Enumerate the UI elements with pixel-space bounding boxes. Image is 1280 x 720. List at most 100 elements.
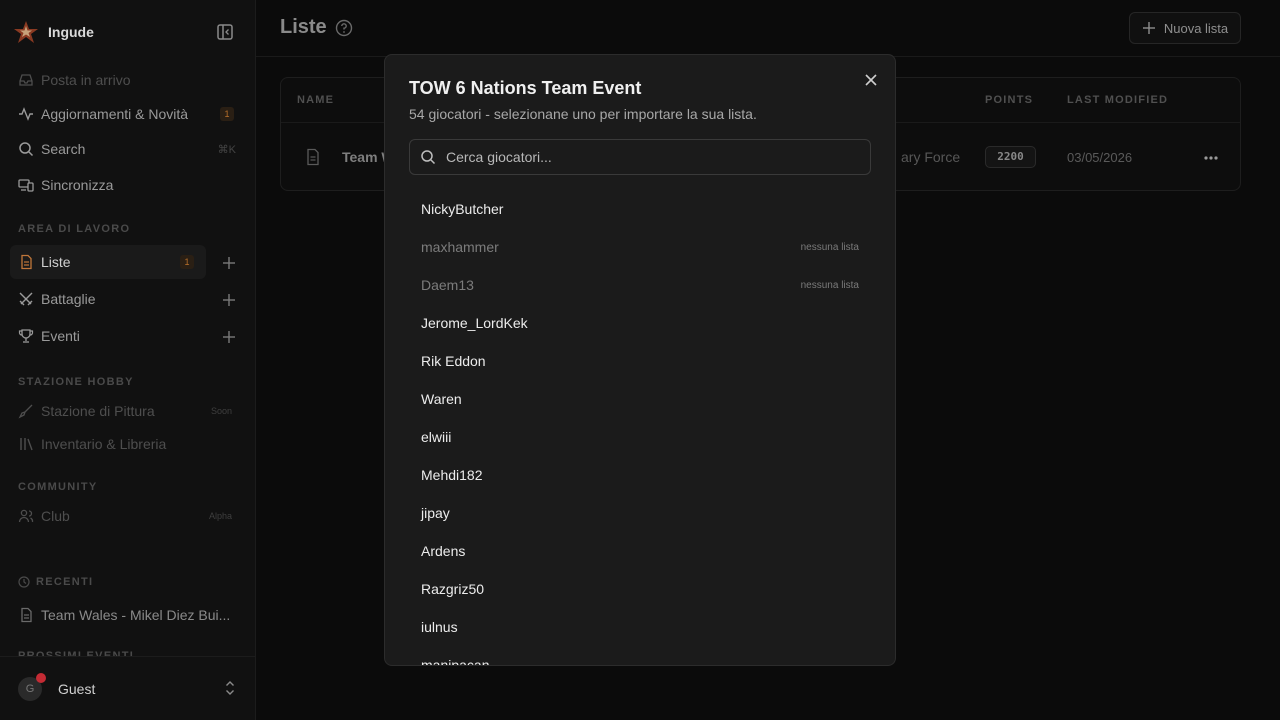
chevrons-up-down-icon — [226, 681, 234, 695]
player-name: jipay — [421, 505, 450, 521]
sidebar-toggle-icon[interactable] — [216, 23, 234, 41]
sidebar-item-label: Posta in arrivo — [41, 72, 131, 88]
sidebar-item-search[interactable]: Search ⌘K — [10, 132, 246, 166]
search-icon — [19, 142, 34, 157]
library-icon — [20, 438, 33, 451]
sidebar-item-label: Eventi — [41, 328, 80, 344]
player-list: NickyButcher maxhammer nessuna lista Daem… — [409, 190, 871, 666]
table-row-faction: ary Force — [901, 149, 961, 165]
player-item[interactable]: Rik Eddon — [409, 342, 871, 380]
sidebar-item-label: Aggiornamenti & Novità — [41, 106, 189, 122]
sidebar-item-label: Search — [41, 141, 86, 157]
updates-badge: 1 — [220, 107, 234, 121]
player-name: Ardens — [421, 543, 466, 559]
document-icon — [307, 148, 319, 166]
section-hobby: STAZIONE HOBBY — [18, 376, 134, 388]
help-icon[interactable] — [335, 19, 353, 37]
sidebar-item-label: Liste — [41, 254, 71, 270]
logo-icon — [14, 21, 38, 43]
alpha-tag: Alpha — [208, 511, 232, 521]
user-name: Guest — [58, 680, 96, 697]
player-item[interactable]: manipacan — [409, 646, 871, 666]
sidebar-item-liste[interactable]: Liste 1 — [10, 245, 206, 279]
page-title: Liste — [280, 16, 327, 38]
points-badge: 2200 — [985, 146, 1036, 168]
clock-icon — [18, 576, 30, 588]
player-name: manipacan — [421, 657, 490, 666]
section-workspace: AREA DI LAVORO — [18, 223, 131, 235]
sidebar-item-sync[interactable]: Sincronizza — [10, 168, 246, 202]
document-icon — [21, 254, 32, 270]
sidebar-item-club[interactable]: Club Alpha — [10, 499, 246, 533]
player-item[interactable]: Ardens — [409, 532, 871, 570]
player-item[interactable]: Waren — [409, 380, 871, 418]
player-name: Mehdi182 — [421, 467, 483, 483]
player-note: nessuna lista — [800, 241, 859, 253]
avatar: G — [18, 672, 46, 701]
app-name: Ingude — [48, 24, 94, 40]
column-header-name[interactable]: NAME — [297, 94, 334, 106]
player-item[interactable]: iulnus — [409, 608, 871, 646]
player-name: Razgriz50 — [421, 581, 485, 597]
document-icon — [21, 607, 32, 623]
player-item[interactable]: Daem13 nessuna lista — [409, 266, 871, 304]
users-icon — [18, 509, 34, 523]
sidebar-item-inbox[interactable]: Posta in arrivo — [10, 63, 246, 97]
more-icon[interactable] — [1203, 155, 1219, 161]
devices-icon — [18, 179, 34, 192]
user-menu[interactable]: G Guest — [0, 656, 255, 720]
player-item[interactable]: Mehdi182 — [409, 456, 871, 494]
column-header-points[interactable]: POINTS — [985, 94, 1033, 106]
player-name: NickyButcher — [421, 201, 504, 217]
new-list-label: Nuova lista — [1163, 20, 1229, 36]
player-item[interactable]: NickyButcher — [409, 190, 871, 228]
dialog-title: TOW 6 Nations Team Event — [409, 78, 642, 98]
section-recent-label: RECENTI — [36, 576, 94, 588]
recent-item[interactable]: Team Wales - Mikel Diez Bui... — [10, 598, 246, 632]
swords-icon — [19, 292, 33, 306]
section-recent: RECENTI — [18, 576, 93, 588]
close-icon[interactable] — [863, 72, 879, 88]
player-search — [409, 139, 871, 175]
add-battaglia-icon[interactable] — [220, 291, 238, 309]
activity-icon — [19, 107, 33, 121]
player-item[interactable]: Razgriz50 — [409, 570, 871, 608]
table-row-date: 03/05/2026 — [1067, 150, 1133, 165]
player-name: elwiii — [421, 429, 452, 445]
recent-item-label: Team Wales - Mikel Diez Bui... — [41, 607, 231, 623]
player-note: nessuna lista — [800, 279, 859, 291]
dialog-subtitle: 54 giocatori - selezionane uno per impor… — [409, 106, 757, 122]
soon-tag: Soon — [210, 406, 232, 416]
player-item[interactable]: jipay — [409, 494, 871, 532]
add-liste-icon[interactable] — [220, 254, 238, 272]
sidebar: Ingude Posta in arrivo Aggiornamenti & N… — [0, 0, 256, 720]
search-icon — [421, 150, 436, 165]
sidebar-item-inventario[interactable]: Inventario & Libreria — [10, 427, 246, 461]
section-community: COMMUNITY — [18, 481, 98, 493]
player-name: maxhammer — [421, 239, 499, 255]
sidebar-item-pittura[interactable]: Stazione di Pittura Soon — [10, 394, 246, 428]
brand[interactable]: Ingude — [12, 18, 94, 46]
inbox-icon — [19, 74, 33, 86]
player-name: Waren — [421, 391, 462, 407]
player-name: Daem13 — [421, 277, 474, 293]
search-shortcut: ⌘K — [217, 143, 236, 156]
notification-dot — [36, 672, 46, 683]
player-name: Jerome_LordKek — [421, 315, 528, 331]
sidebar-item-eventi[interactable]: Eventi — [10, 319, 246, 353]
sidebar-item-label: Inventario & Libreria — [41, 436, 167, 452]
new-list-button[interactable]: Nuova lista — [1129, 12, 1241, 44]
player-name: iulnus — [421, 619, 458, 635]
sidebar-item-battaglie[interactable]: Battaglie — [10, 282, 246, 316]
search-input[interactable] — [446, 142, 846, 172]
sidebar-item-updates[interactable]: Aggiornamenti & Novità 1 — [10, 97, 246, 131]
brush-icon — [18, 404, 33, 419]
player-name: Rik Eddon — [421, 353, 486, 369]
trophy-icon — [18, 329, 34, 343]
player-item[interactable]: elwiii — [409, 418, 871, 456]
add-evento-icon[interactable] — [220, 328, 238, 346]
player-item[interactable]: maxhammer nessuna lista — [409, 228, 871, 266]
player-item[interactable]: Jerome_LordKek — [409, 304, 871, 342]
column-header-last-modified[interactable]: LAST MODIFIED — [1067, 94, 1168, 106]
sidebar-item-label: Club — [41, 508, 70, 524]
